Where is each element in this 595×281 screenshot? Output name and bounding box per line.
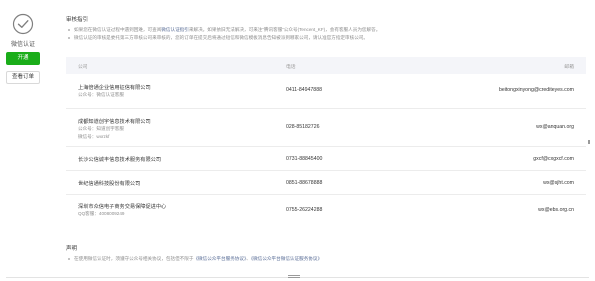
company-phone: 0851-88678888 [286,180,323,186]
table-row: 成都知道创宇信息技术有限公司 公众号：知道创宇客服 微信号：wxrzkf 028… [66,109,586,147]
company-email: gxcf@cxgxcf.com [533,156,574,162]
scroll-grip-icon[interactable] [288,275,300,279]
company-name: 深圳市众信电子商务交易保障促进中心 [78,204,167,210]
guide-title: 审核指引 [66,17,89,23]
verify-guide-link[interactable]: 微信认证指引 [161,27,189,32]
guide-bullet-text: 微信认证的审核是委托第三方审核公司来审核的，您的订单在提交后将通过短信和微信模板… [74,35,369,40]
company-email: wx@sjht.com [543,180,574,186]
open-button[interactable]: 开通 [6,52,40,65]
company-phone: 0755-26224288 [286,207,323,213]
guide-bullet-text: 如果您在微信认证过程中遇到困难，可查阅 [74,27,162,32]
company-phone: 028-85182726 [286,124,320,130]
verify-label: 微信认证 [10,42,35,48]
statement-bullets: 在使用微信认证时，须遵守公众号相关协议，包括但不限于《微信公众平台服务协议》、《… [66,255,586,263]
column-header-email: 邮箱 [564,65,574,70]
company-email: wx@ebs.org.cn [538,207,574,213]
table-header: 公司 电话 邮箱 [66,57,586,74]
company-contact: 公众号：知道创宇客服 [78,126,124,131]
company-name: 长沙公信诚丰信息技术服务有限公司 [78,157,162,163]
statement-text: 在使用微信认证时，须遵守公众号相关协议，包括但不限于 [74,256,194,261]
horizontal-scrollbar[interactable] [0,274,595,281]
company-contact: 公众号：微信认证客服 [78,92,124,97]
company-phone: 0411-84947888 [286,87,322,93]
guide-bullet-text: 来解决。如果依旧无法解决，可来注“腾讯客服”公众号(Tencent_KF)，会有… [188,27,381,32]
company-contact: QQ客服：4008009249 [78,211,125,216]
vertical-scrollbar-thumb[interactable] [588,140,590,144]
column-header-phone: 电话 [286,65,296,70]
statement-bullet: 在使用微信认证时，须遵守公众号相关协议，包括但不限于《微信公众平台服务协议》、《… [66,255,586,263]
verified-check-icon [12,13,34,35]
company-name: 上海倍通企业信用征信有限公司 [78,85,151,91]
table-row: 深圳市众信电子商务交易保障促进中心 QQ客服：4008009249 0755-2… [66,195,586,229]
column-header-company: 公司 [78,65,88,70]
company-contact: 微信号：wxrzkf [78,134,110,139]
table-row: 上海倍通企业信用征信有限公司 公众号：微信认证客服 0411-84947888 … [66,74,586,109]
company-name: 成都知道创宇信息技术有限公司 [78,119,151,125]
guide-bullet: 如果您在微信认证过程中遇到困难，可查阅微信认证指引来解决。如果依旧无法解决，可来… [66,26,586,34]
guide-bullet: 微信认证的审核是委托第三方审核公司来审核的，您的订单在提交后将通过短信和微信模板… [66,34,586,42]
company-phone: 0731-88845400 [286,156,323,162]
company-email: beitongxinyong@crediteyes.com [498,87,574,93]
view-orders-button[interactable]: 查看订单 [6,71,40,84]
verify-agreement-link[interactable]: 《微信公众平台微信认证服务协议》 [251,256,322,261]
company-name: 世纪信通科技股份有限公司 [78,181,141,187]
table-row: 世纪信通科技股份有限公司 0851-88678888 wx@sjht.com [66,171,586,195]
service-agreement-link[interactable]: 《微信公众平台服务协议》 [193,256,246,261]
statement-title: 声明 [66,246,78,252]
company-email: wx@anquan.org [536,124,574,130]
audit-company-table: 公司 电话 邮箱 上海倍通企业信用征信有限公司 公众号：微信认证客服 0411-… [66,57,586,229]
guide-bullets: 如果您在微信认证过程中遇到困难，可查阅微信认证指引来解决。如果依旧无法解决，可来… [66,26,586,42]
table-row: 长沙公信诚丰信息技术服务有限公司 0731-88845400 gxcf@cxgx… [66,147,586,171]
